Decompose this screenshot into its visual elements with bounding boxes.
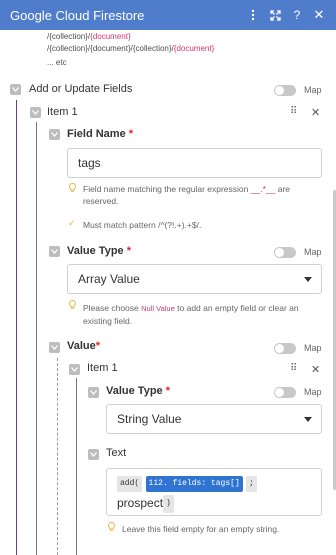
text-plain-value: prospect <box>117 496 164 511</box>
collapse-item-1[interactable] <box>30 107 41 118</box>
function-chip-close[interactable]: ) <box>163 495 174 513</box>
close-icon[interactable]: ✕ <box>308 0 330 30</box>
required-mark: * <box>126 245 131 257</box>
value-type-label: Value Type * <box>67 245 131 257</box>
collapse-add-update-fields[interactable] <box>10 84 21 95</box>
collapse-value-item-1[interactable] <box>69 364 80 375</box>
value-type-select[interactable]: Array Value <box>67 264 322 294</box>
drag-handle-icon[interactable]: ⠿ <box>290 106 297 117</box>
map-toggle-inner-value-type[interactable] <box>274 387 296 398</box>
map-toggle-fields[interactable] <box>274 85 296 96</box>
path-example-2-prefix: /{collection}/{document}/{collection}/ <box>47 44 174 53</box>
value-tree-line <box>57 358 58 555</box>
field-name-hint-prefix: Field name matching the regular expressi… <box>83 184 249 194</box>
path-example-1-prefix: /{collection}/ <box>47 32 91 41</box>
caret-down-icon <box>304 277 312 282</box>
map-toggle-value-type[interactable] <box>274 247 296 258</box>
value-label: Value* <box>67 340 100 352</box>
field-name-label-text: Field Name <box>67 128 126 140</box>
map-toggle-label: Map <box>304 387 322 397</box>
separator-chip[interactable]: ; <box>246 476 257 492</box>
value-type-label-text: Value Type <box>67 245 124 257</box>
collapse-text[interactable] <box>88 449 99 460</box>
value-label-text: Value <box>67 340 96 352</box>
collapse-value-type[interactable] <box>49 246 60 257</box>
item-1-tree-line <box>36 122 37 555</box>
module-title: Google Cloud Firestore <box>10 7 145 23</box>
fields-tree-line <box>16 100 17 555</box>
text-input[interactable]: add( 112. fields: tags[] ; prospect) <box>106 468 322 516</box>
field-name-value: tags <box>78 156 101 170</box>
map-toggle-label: Map <box>304 85 322 95</box>
map-toggle-label: Map <box>304 247 322 257</box>
path-example-2-document: {document} <box>173 44 215 53</box>
collapse-value[interactable] <box>49 342 60 353</box>
path-example-etc: ... etc <box>47 58 67 67</box>
lightbulb-icon <box>69 300 76 309</box>
collapse-inner-value-type[interactable] <box>88 387 99 398</box>
path-example-1-document: {document} <box>90 32 131 41</box>
text-input-line-2: prospect) <box>117 495 174 513</box>
field-name-pattern-hint: Must match pattern /^(?!.+).+$/. <box>83 220 202 230</box>
value-type-selected: Array Value <box>78 272 140 286</box>
value-type-hint: Please choose Null Value to add an empty… <box>83 302 318 327</box>
function-chip-add[interactable]: add( <box>117 476 143 492</box>
help-icon[interactable]: ? <box>286 0 308 30</box>
field-name-hint: Field name matching the regular expressi… <box>83 183 315 207</box>
remove-item-icon[interactable]: ✕ <box>311 106 320 119</box>
lightbulb-icon <box>69 183 76 192</box>
inner-value-type-label: Value Type * <box>106 385 170 397</box>
value-item-1-label: Item 1 <box>87 362 118 374</box>
map-toggle-value[interactable] <box>274 343 296 354</box>
lightbulb-icon <box>108 522 115 531</box>
value-type-hint-code: Null Value <box>141 304 175 313</box>
variable-chip-tags[interactable]: 112. fields: tags[] <box>145 476 243 492</box>
text-label: Text <box>106 447 127 459</box>
remove-item-icon[interactable]: ✕ <box>311 363 320 376</box>
item-1-label: Item 1 <box>47 106 78 118</box>
text-input-line-1: add( 112. fields: tags[] ; <box>117 476 257 492</box>
text-hint: Leave this field empty for an empty stri… <box>122 524 280 534</box>
more-vertical-icon[interactable] <box>242 0 264 30</box>
inner-value-type-selected: String Value <box>117 412 182 426</box>
expand-icon[interactable] <box>264 0 286 30</box>
inner-value-type-select[interactable]: String Value <box>106 404 322 434</box>
required-mark: * <box>95 340 101 352</box>
field-name-hint-code: __.*__ <box>250 184 276 194</box>
value-type-hint-prefix: Please choose <box>83 303 139 313</box>
required-mark: * <box>165 385 170 397</box>
field-name-input[interactable]: tags <box>67 148 322 178</box>
value-item-1-tree-line <box>76 378 77 555</box>
check-icon: ✓ <box>68 218 76 228</box>
field-name-label: Field Name * <box>67 128 133 140</box>
module-header: Google Cloud Firestore ? ✕ <box>0 0 336 30</box>
required-mark: * <box>128 128 134 140</box>
map-toggle-label: Map <box>304 343 322 353</box>
caret-down-icon <box>304 417 312 422</box>
path-example-2: /{collection}/{document}/{collection}/{d… <box>47 44 214 53</box>
drag-handle-icon[interactable]: ⠿ <box>290 363 297 374</box>
path-example-1: /{collection}/{document} <box>47 32 131 41</box>
collapse-field-name[interactable] <box>49 129 60 140</box>
add-update-fields-label: Add or Update Fields <box>29 83 133 95</box>
inner-value-type-label-text: Value Type <box>106 385 163 397</box>
